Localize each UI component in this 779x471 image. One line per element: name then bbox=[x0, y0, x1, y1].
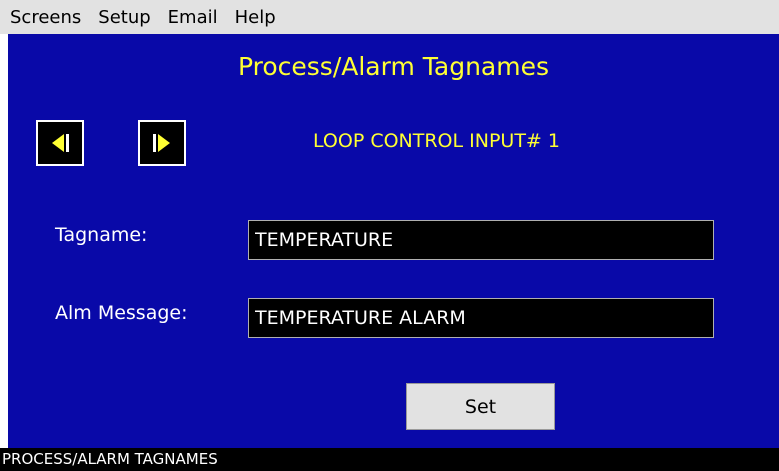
status-bar: PROCESS/ALARM TAGNAMES bbox=[0, 448, 779, 471]
tagname-input[interactable] bbox=[248, 220, 714, 260]
menu-help[interactable]: Help bbox=[235, 7, 276, 28]
set-button[interactable]: Set bbox=[406, 383, 555, 430]
page-title: Process/Alarm Tagnames bbox=[237, 52, 549, 81]
loop-input-label: LOOP CONTROL INPUT# 1 bbox=[313, 130, 560, 152]
menu-setup[interactable]: Setup bbox=[98, 7, 150, 28]
previous-input-button[interactable] bbox=[36, 120, 84, 166]
next-input-button[interactable] bbox=[138, 120, 186, 166]
tagname-label: Tagname: bbox=[55, 224, 148, 246]
menu-email[interactable]: Email bbox=[168, 7, 218, 28]
alarm-message-input[interactable] bbox=[248, 298, 714, 338]
menu-bar: Screens Setup Email Help bbox=[0, 0, 779, 34]
alarm-message-label: Alm Message: bbox=[55, 302, 188, 324]
main-panel: Process/Alarm Tagnames LOOP CONTROL INPU… bbox=[8, 34, 779, 448]
next-arrow-icon bbox=[153, 134, 170, 152]
previous-arrow-icon bbox=[52, 134, 69, 152]
menu-screens[interactable]: Screens bbox=[10, 7, 81, 28]
